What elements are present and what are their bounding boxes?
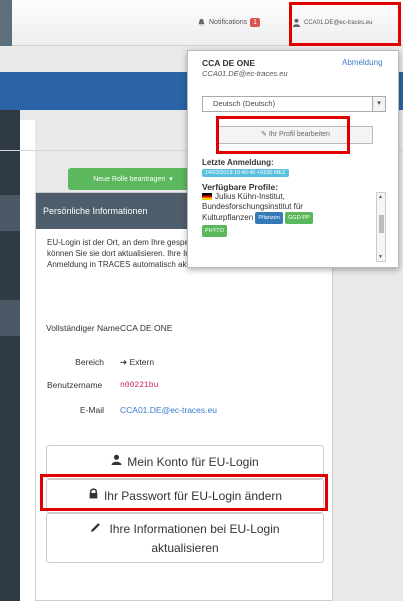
left-sidebar [0, 110, 20, 601]
nav-edge [0, 0, 12, 46]
user-icon [111, 453, 122, 471]
institute-line-1: Julius Kühn-Institut, [215, 192, 285, 201]
institute-line-3: Kulturpflanzen [202, 213, 254, 223]
email-label: E-Mail [79, 405, 104, 415]
profiles-label: Verfügbare Profile: [202, 182, 279, 192]
email-value[interactable]: CCA01.DE@ec-traces.eu [120, 405, 217, 415]
dropdown-user-name: CCA DE ONE [202, 58, 256, 68]
highlight-user-menu [289, 2, 401, 46]
logout-link[interactable]: Abmeldung [342, 58, 382, 67]
scrollbar-thumb[interactable] [379, 215, 384, 233]
tag-plants: Pflanzen [255, 212, 283, 224]
tag-ggd-pp: GGD-PP [285, 212, 313, 224]
request-role-button[interactable]: Neue Rolle beantragen ▾ [68, 168, 198, 190]
eu-login-account-label: Mein Konto für EU-Login [127, 455, 259, 469]
request-role-label: Neue Rolle beantragen [93, 175, 166, 183]
area-value-row: ➜ Extern [120, 357, 154, 368]
german-flag-icon [202, 193, 212, 201]
notifications-badge: 1 [250, 18, 261, 27]
sidebar-block [0, 300, 20, 336]
profile-item[interactable]: Julius Kühn-Institut, Bundesforschungsin… [202, 192, 372, 237]
pencil-icon [90, 522, 104, 536]
last-login-label: Letzte Anmeldung: [202, 158, 274, 167]
update-info-label-2: aktualisieren [151, 540, 219, 555]
notifications-label: Notifications [209, 19, 248, 26]
chevron-down-icon: ▾ [372, 97, 385, 111]
tag-phyto: PHYTO [202, 225, 227, 237]
dropdown-user-email: CCA01.DE@ec-traces.eu [202, 69, 288, 78]
profiles-scrollbar[interactable]: ▲ ▼ [376, 192, 386, 262]
area-label: Bereich [75, 357, 104, 367]
update-info-button[interactable]: Ihre Informationen bei EU-Login aktualis… [46, 513, 324, 563]
full-name-label: Vollständiger Name [46, 323, 120, 333]
sign-in-icon: ➜ [120, 357, 128, 367]
notifications-link[interactable]: Notifications 1 [197, 18, 261, 27]
user-dropdown: CCA DE ONE CCA01.DE@ec-traces.eu Abmeldu… [187, 50, 399, 268]
update-info-label-1: Ihre Informationen bei EU-Login [109, 521, 280, 536]
caret-down-icon: ▾ [169, 176, 173, 183]
highlight-edit-profile [216, 116, 350, 154]
highlight-change-password [40, 474, 328, 511]
bell-icon [197, 18, 206, 27]
scroll-up-icon: ▲ [378, 194, 383, 200]
institute-line-2: Bundesforschungsinstitut für [202, 202, 303, 211]
full-name-value: CCA DE ONE [120, 323, 173, 333]
sidebar-block [0, 195, 20, 231]
area-value: Extern [129, 357, 155, 367]
username-label: Benutzername [47, 380, 103, 390]
content-edge [20, 120, 35, 601]
language-selected: Deutsch (Deutsch) [213, 99, 276, 108]
username-value: n00221bu [120, 381, 159, 390]
last-login-value: 14/03/2019 10:40:40 +0100 MEZ [202, 169, 289, 177]
language-select[interactable]: Deutsch (Deutsch) ▾ [202, 96, 386, 112]
scroll-down-icon: ▼ [378, 254, 383, 260]
